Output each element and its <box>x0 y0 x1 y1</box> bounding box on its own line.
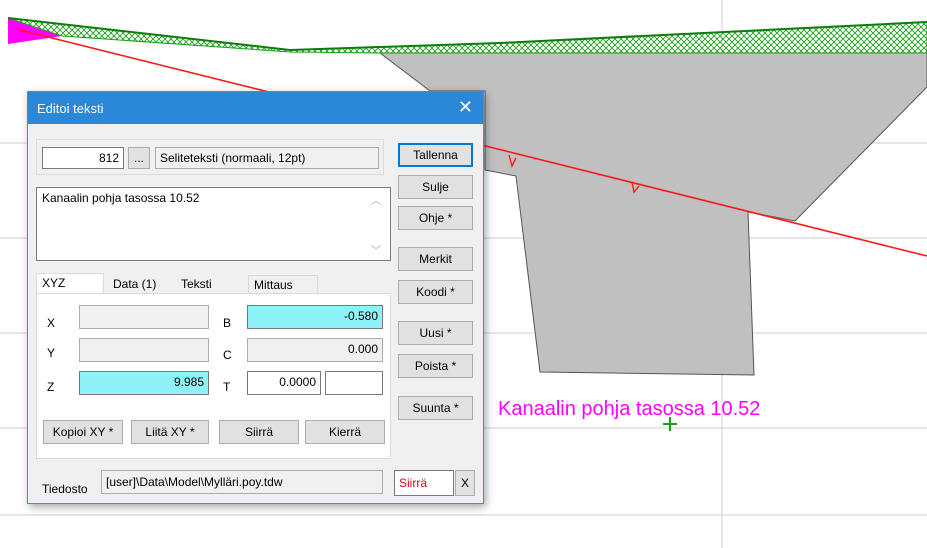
x-field[interactable] <box>79 305 209 329</box>
terrain-hatch <box>7 17 927 54</box>
copy-xy-button[interactable]: Kopioi XY * <box>43 420 123 444</box>
scroll-up-icon[interactable]: ︿ <box>371 192 381 207</box>
delete-button[interactable]: Poista * <box>398 354 473 378</box>
dialog-title: Editoi teksti <box>37 101 104 116</box>
rotate-button[interactable]: Kierrä <box>305 420 385 444</box>
text-memo[interactable]: Kanaalin pohja tasossa 10.52 <box>36 187 391 261</box>
y-field[interactable] <box>79 338 209 362</box>
text-style-field[interactable]: Seliteteksti (normaali, 12pt) <box>155 147 379 169</box>
t-extra-field[interactable] <box>325 371 383 395</box>
t-field[interactable]: 0.0000 <box>247 371 321 395</box>
tab-xyz[interactable]: XYZ <box>36 273 104 294</box>
close-button[interactable]: Sulje <box>398 175 473 199</box>
memo-text: Kanaalin pohja tasossa 10.52 <box>42 191 200 205</box>
close-icon[interactable]: ✕ <box>458 97 473 117</box>
file-label: Tiedosto <box>42 482 88 496</box>
browse-button[interactable]: ... <box>128 147 150 169</box>
b-label: B <box>223 316 232 330</box>
z-label: Z <box>47 380 55 394</box>
xyz-panel: X Y Z 9.985 B -0.580 C 0.000 T 0.0000 Ko… <box>36 293 391 459</box>
direction-button[interactable]: Suunta * <box>398 396 473 420</box>
y-label: Y <box>47 346 56 360</box>
markers-button[interactable]: Merkit <box>398 247 473 271</box>
tab-teksti[interactable]: Teksti <box>176 275 217 293</box>
tab-mittaus[interactable]: Mittaus <box>248 275 318 294</box>
tab-data[interactable]: Data (1) <box>108 275 161 293</box>
code-field[interactable]: 812 <box>42 147 124 169</box>
canvas-text-label[interactable]: Kanaalin pohja tasossa 10.52 <box>498 398 760 421</box>
paste-xy-button[interactable]: Liitä XY * <box>131 420 209 444</box>
x-label: X <box>47 316 56 330</box>
b-field[interactable]: -0.580 <box>247 305 383 329</box>
edit-text-dialog: Editoi teksti ✕ 812 ... Seliteteksti (no… <box>27 91 484 504</box>
move-button[interactable]: Siirrä <box>219 420 299 444</box>
help-button[interactable]: Ohje * <box>398 206 473 230</box>
file-path-field[interactable]: [user]\Data\Model\Mylläri.poy.tdw <box>101 470 383 494</box>
file-move-button[interactable]: Siirrä <box>394 470 454 496</box>
z-field[interactable]: 9.985 <box>79 371 209 395</box>
scroll-down-icon[interactable]: ﹀ <box>371 242 381 257</box>
c-label: C <box>223 348 232 362</box>
dialog-titlebar[interactable]: Editoi teksti ✕ <box>28 92 483 124</box>
t-label: T <box>223 380 231 394</box>
new-button[interactable]: Uusi * <box>398 321 473 345</box>
c-field[interactable]: 0.000 <box>247 338 383 362</box>
save-button[interactable]: Tallenna <box>398 143 473 167</box>
file-clear-button[interactable]: X <box>455 470 475 496</box>
code-button[interactable]: Koodi * <box>398 280 473 304</box>
